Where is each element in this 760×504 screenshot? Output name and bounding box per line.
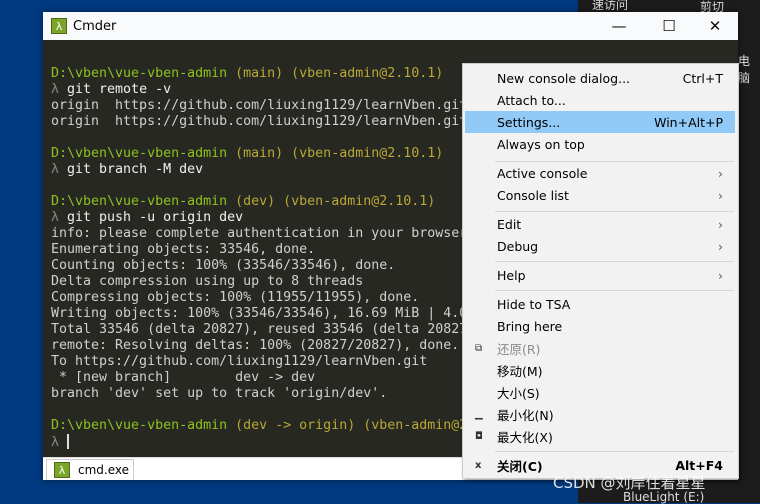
menu-shortcut: Win+Alt+P (654, 114, 723, 130)
chevron-right-icon: › (718, 238, 723, 254)
terminal-text: Counting objects: 100% (33546/33546), do… (51, 258, 396, 273)
menu-separator (495, 261, 734, 262)
restore-icon: ⧉ (475, 342, 483, 354)
menu-item-new-console-dialog[interactable]: New console dialog... Ctrl+T (465, 67, 735, 89)
terminal-text: Compressing objects: 100% (11955/11955),… (51, 290, 420, 305)
minimize-icon: ▁ (475, 408, 483, 420)
menu-item-bring-here[interactable]: Bring here (465, 315, 735, 337)
menu-item-label: Console list (497, 187, 569, 203)
menu-item-help[interactable]: Help › (465, 264, 735, 286)
terminal-text: * [new branch] dev -> dev (51, 370, 316, 385)
minimize-button[interactable]: — (596, 12, 642, 40)
menu-item-label: Hide to TSA (497, 296, 571, 312)
menu-item-label: Always on top (497, 136, 585, 152)
title-bar[interactable]: λ Cmder — ☐ ✕ (43, 12, 738, 40)
terminal-text: remote: Resolving deltas: 100% (20827/20… (51, 338, 460, 353)
lambda-icon[interactable]: λ (51, 18, 67, 34)
lambda-icon: λ (54, 462, 70, 478)
menu-item-always-on-top[interactable]: Always on top (465, 133, 735, 155)
menu-item-label: 大小(S) (497, 385, 540, 401)
menu-item-settings[interactable]: Settings... Win+Alt+P (465, 111, 735, 133)
menu-item-label: 关闭(C) (497, 458, 543, 474)
menu-item-attach-to[interactable]: Attach to... (465, 89, 735, 111)
menu-item-label: 移动(M) (497, 363, 543, 379)
chevron-right-icon: › (718, 267, 723, 283)
this-pc-label: 电脑 (738, 54, 751, 85)
terminal-text: D:\vben\vue-vben-admin (51, 418, 236, 433)
terminal-text: (main) (vben-admin@2.10.1) (235, 66, 444, 81)
terminal-text: origin https://github.com/liuxing1129/le… (51, 114, 524, 129)
menu-item-hide-to-tsa[interactable]: Hide to TSA (465, 293, 735, 315)
terminal-text: λ (51, 82, 68, 97)
menu-item-label: Settings... (497, 114, 561, 130)
menu-item[interactable]: 大小(S) (465, 381, 735, 403)
close-icon: x (475, 459, 482, 471)
watermark: CSDN @刘岸住着星星 (553, 474, 706, 492)
menu-item-active-console[interactable]: Active console › (465, 162, 735, 184)
chevron-right-icon: › (718, 187, 723, 203)
menu-item-label: New console dialog... (497, 70, 631, 86)
terminal-text: Writing objects: 100% (33546/33546), 16.… (51, 306, 468, 321)
maximize-icon: ◘ (475, 430, 483, 442)
menu-item-label: Attach to... (497, 92, 566, 108)
terminal-text: λ (51, 162, 68, 177)
menu-item-label: Edit (497, 216, 522, 232)
terminal-text: D:\vben\vue-vben-admin (51, 66, 236, 81)
terminal-text: (main) (vben-admin@2.10.1) (235, 146, 444, 161)
maximize-button[interactable]: ☐ (646, 12, 692, 40)
tab-cmd[interactable]: λ cmd.exe (46, 459, 134, 480)
terminal-text: git branch -M dev (67, 162, 204, 177)
menu-item[interactable]: ⧉ 还原(R) (465, 337, 735, 359)
chevron-right-icon: › (718, 216, 723, 232)
menu-item-edit[interactable]: Edit › (465, 213, 735, 235)
menu-item[interactable]: 移动(M) (465, 359, 735, 381)
tab-label: cmd.exe (78, 463, 130, 477)
menu-item[interactable]: ▁ 最小化(N) (465, 403, 735, 425)
terminal-text: λ (51, 210, 68, 225)
menu-shortcut: Alt+F4 (675, 457, 723, 473)
terminal-text: D:\vben\vue-vben-admin (51, 194, 236, 209)
terminal-text: info: please complete authentication in … (51, 226, 492, 241)
menu-item-label: Active console (497, 165, 588, 181)
menu-item-label: Bring here (497, 318, 563, 334)
menu-item-label: 最小化(N) (497, 407, 554, 423)
menu-item-console-list[interactable]: Console list › (465, 184, 735, 206)
terminal-text: Delta compression using up to 8 threads (51, 274, 364, 289)
terminal-text: (dev) (vben-admin@2.10.1) (235, 194, 436, 209)
terminal-text: Enumerating objects: 33546, done. (51, 242, 316, 257)
menu-shortcut: Ctrl+T (682, 70, 723, 86)
menu-item[interactable]: ◘ 最大化(X) (465, 425, 735, 447)
system-context-menu: New console dialog... Ctrl+T Attach to... S… (462, 63, 739, 479)
chevron-right-icon: › (718, 165, 723, 181)
menu-item-label: 还原(R) (497, 341, 541, 357)
menu-separator (495, 451, 734, 452)
terminal-text: To https://github.com/liuxing1129/learnV… (51, 354, 428, 369)
close-button[interactable]: ✕ (692, 12, 738, 40)
menu-item-label: Help (497, 267, 526, 283)
window-title: Cmder (73, 18, 117, 34)
menu-item-label: 最大化(X) (497, 429, 553, 445)
terminal-text: branch 'dev' set up to track 'origin/dev… (51, 386, 388, 401)
terminal-text: git remote -v (67, 82, 172, 97)
text-cursor (67, 434, 70, 449)
menu-separator (495, 211, 734, 212)
menu-separator (495, 290, 734, 291)
terminal-text: λ (51, 435, 68, 450)
terminal-text: git push -u origin dev (67, 210, 244, 225)
menu-item-label: Debug (497, 238, 539, 254)
terminal-text: D:\vben\vue-vben-admin (51, 146, 236, 161)
terminal-text: origin https://github.com/liuxing1129/le… (51, 98, 532, 113)
terminal-text: Total 33546 (delta 20827), reused 33546 … (51, 322, 476, 337)
menu-item-debug[interactable]: Debug › (465, 235, 735, 257)
